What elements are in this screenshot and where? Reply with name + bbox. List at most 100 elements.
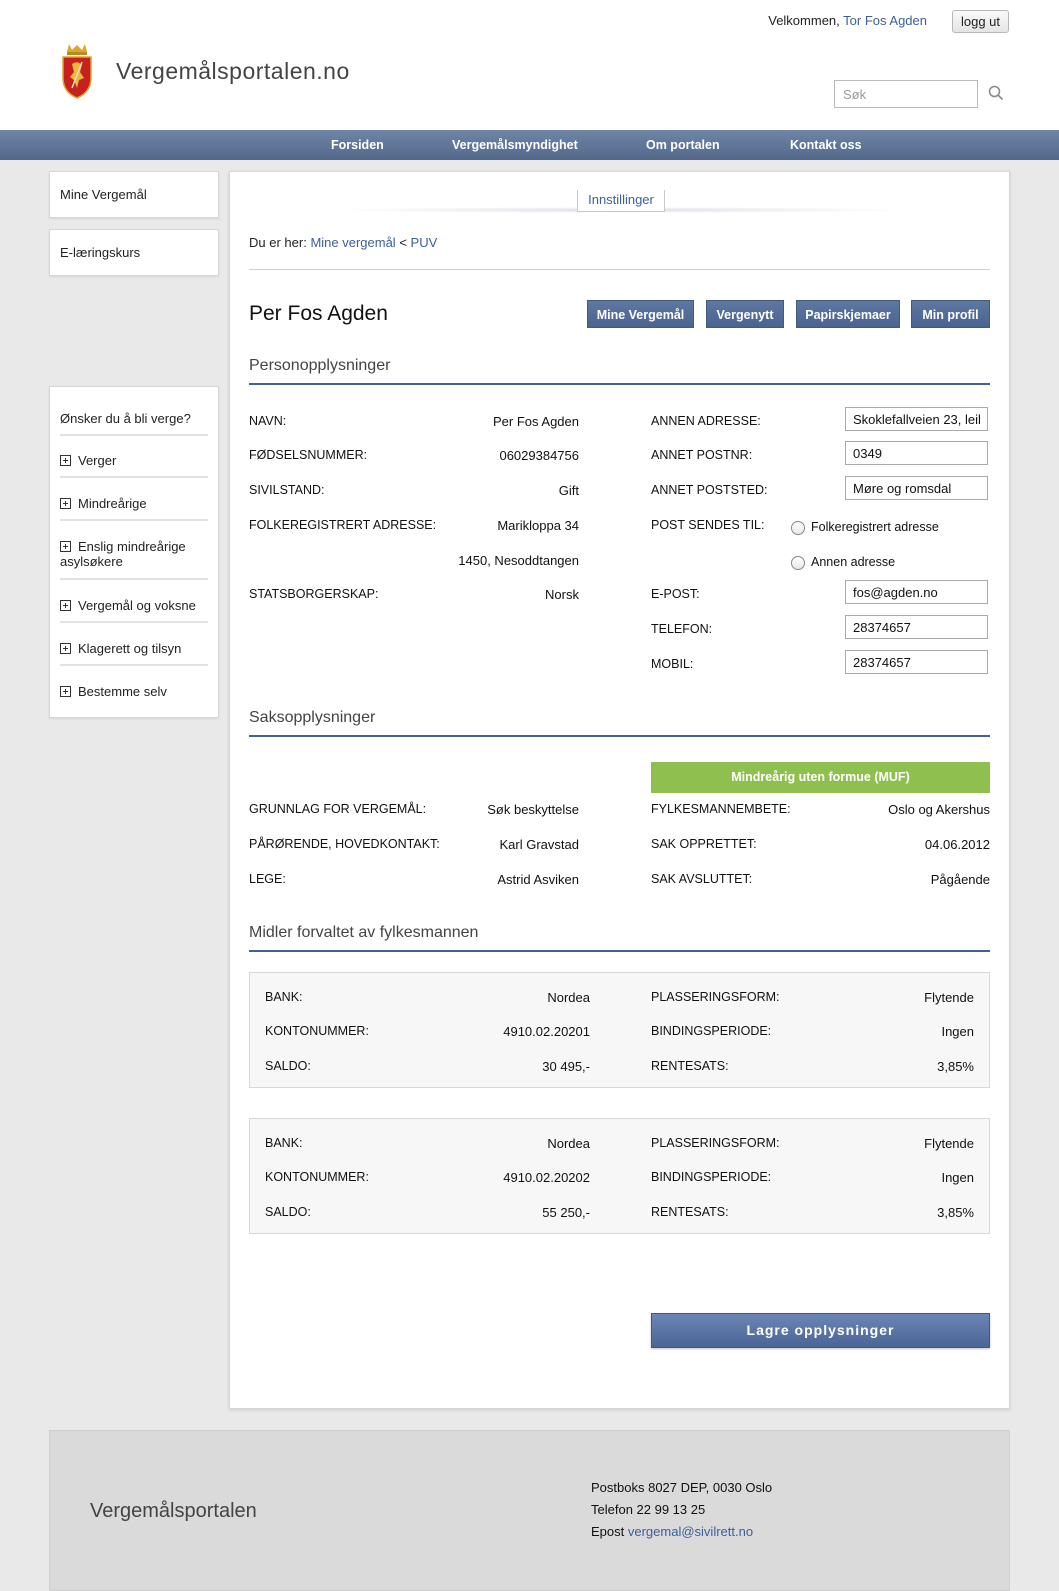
- divider: [60, 578, 208, 580]
- nav-item-om-portalen[interactable]: Om portalen: [646, 130, 720, 160]
- sidebar-item-mindrearige[interactable]: Mindreårige: [60, 496, 210, 511]
- search-input[interactable]: [834, 80, 978, 108]
- field-value-kontonummer: 4910.02.20202: [503, 1170, 590, 1185]
- field-value-lege: Astrid Asviken: [497, 872, 579, 887]
- section-title-saksopplysninger: Saksopplysninger: [249, 709, 376, 726]
- site-title[interactable]: Vergemålsportalen.no: [116, 58, 350, 85]
- sidebar-link-elaering[interactable]: E-læringskurs: [50, 230, 218, 276]
- field-label-parorende: PÅRØRENDE, HOVEDKONTAKT:: [249, 837, 440, 851]
- divider: [60, 664, 208, 666]
- field-label-plasseringsform: PLASSERINGSFORM:: [651, 1136, 780, 1150]
- field-label-plasseringsform: PLASSERINGSFORM:: [651, 990, 780, 1004]
- epost-input[interactable]: [845, 580, 988, 604]
- settings-tab[interactable]: Innstillinger: [577, 190, 665, 212]
- tab-vergenytt[interactable]: Vergenytt: [706, 300, 784, 328]
- radio-folkeregistrert-adresse[interactable]: [791, 521, 805, 535]
- breadcrumb-link-puv[interactable]: PUV: [411, 235, 438, 250]
- field-label-fylkesmannembete: FYLKESMANNEMBETE:: [651, 802, 791, 816]
- welcome-prefix: Velkommen,: [768, 13, 840, 28]
- field-label-post-sendes-til: POST SENDES TIL:: [651, 518, 765, 532]
- sidebar-item-enslig-mindrearige[interactable]: Enslig mindreårige asylsøkere: [60, 539, 200, 569]
- annen-adresse-input[interactable]: [845, 407, 988, 431]
- sidebar-item-label: Klagerett og tilsyn: [78, 641, 182, 656]
- divider: [60, 434, 208, 436]
- annet-poststed-input[interactable]: [845, 476, 988, 500]
- save-button[interactable]: Lagre opplysninger: [651, 1313, 990, 1348]
- logout-button[interactable]: logg ut: [952, 10, 1009, 33]
- main-panel: Innstillinger Du er her: Mine vergemål <…: [229, 171, 1010, 1409]
- sidebar-item-label: Vergemål og voksne: [78, 598, 196, 613]
- tab-min-profil[interactable]: Min profil: [911, 300, 990, 328]
- field-value-statsborgerskap: Norsk: [545, 587, 579, 602]
- field-label-epost: E-POST:: [651, 587, 700, 601]
- field-value-plasseringsform: Flytende: [924, 1136, 974, 1151]
- footer-email-line: Epost vergemal@sivilrett.no: [591, 1524, 753, 1539]
- divider: [60, 476, 208, 478]
- section-divider: [249, 383, 990, 385]
- field-label-saldo: SALDO:: [265, 1205, 311, 1219]
- nav-item-kontakt-oss[interactable]: Kontakt oss: [790, 130, 862, 160]
- expand-plus-icon[interactable]: [60, 643, 71, 654]
- section-title-personopplysninger: Personopplysninger: [249, 357, 391, 374]
- site-footer: Vergemålsportalen Postboks 8027 DEP, 003…: [49, 1430, 1010, 1591]
- nav-item-vergemalsmyndighet[interactable]: Vergemålsmyndighet: [452, 130, 578, 160]
- field-label-telefon: TELEFON:: [651, 622, 713, 636]
- section-divider: [249, 735, 990, 737]
- field-value-plasseringsform: Flytende: [924, 990, 974, 1005]
- sidebar-item-label: Enslig mindreårige asylsøkere: [60, 539, 186, 569]
- expand-plus-icon[interactable]: [60, 455, 71, 466]
- divider: [60, 621, 208, 623]
- footer-email-link[interactable]: vergemal@sivilrett.no: [628, 1524, 753, 1539]
- field-value-bank: Nordea: [547, 990, 590, 1005]
- expand-plus-icon[interactable]: [60, 541, 71, 552]
- expand-plus-icon[interactable]: [60, 686, 71, 697]
- field-value-saldo: 55 250,-: [542, 1205, 590, 1220]
- coat-of-arms-logo: [62, 44, 92, 99]
- field-label-bindingsperiode: BINDINGSPERIODE:: [651, 1024, 772, 1038]
- sidebar-info-title: Ønsker du å bli verge?: [60, 411, 191, 426]
- user-name-link[interactable]: Tor Fos Agden: [843, 13, 927, 28]
- field-value-sivilstand: Gift: [558, 483, 579, 498]
- field-label-rentesats: RENTESATS:: [651, 1059, 729, 1073]
- field-value-rentesats: 3,85%: [937, 1059, 974, 1074]
- breadcrumb: Du er her: Mine vergemål < PUV: [249, 235, 437, 250]
- radio-annen-adresse[interactable]: [791, 556, 805, 570]
- sidebar-item-bestemme-selv[interactable]: Bestemme selv: [60, 684, 210, 699]
- main-navigation: Forsiden Vergemålsmyndighet Om portalen …: [0, 130, 1059, 160]
- field-label-saldo: SALDO:: [265, 1059, 311, 1073]
- field-value-adresse-linje2: 1450, Nesoddtangen: [458, 553, 579, 568]
- account-card: BANK: Nordea KONTONUMMER: 4910.02.20201 …: [249, 972, 990, 1088]
- breadcrumb-separator: <: [399, 235, 407, 250]
- search-icon[interactable]: [988, 85, 1004, 101]
- footer-address: Postboks 8027 DEP, 0030 Oslo: [591, 1480, 773, 1495]
- sidebar-link-mine-vergemal[interactable]: Mine Vergemål: [50, 172, 218, 218]
- field-label-mobil: MOBIL:: [651, 657, 694, 671]
- section-divider: [249, 950, 990, 952]
- expand-plus-icon[interactable]: [60, 498, 71, 509]
- case-type-badge: Mindreårig uten formue (MUF): [651, 762, 990, 793]
- field-value-rentesats: 3,85%: [937, 1205, 974, 1220]
- sidebar-box-elaering: E-læringskurs: [49, 229, 219, 276]
- field-value-saldo: 30 495,-: [542, 1059, 590, 1074]
- field-label-grunnlag: GRUNNLAG FOR VERGEMÅL:: [249, 802, 427, 816]
- radio-label-folkeregistrert-adresse: Folkeregistrert adresse: [811, 520, 939, 534]
- divider: [249, 269, 990, 270]
- sidebar-item-verger[interactable]: Verger: [60, 453, 210, 468]
- field-label-sak-avsluttet: SAK AVSLUTTET:: [651, 872, 753, 886]
- section-title-midler: Midler forvaltet av fylkesmannen: [249, 924, 479, 941]
- field-label-sak-opprettet: SAK OPPRETTET:: [651, 837, 757, 851]
- sidebar-item-vergemal-og-voksne[interactable]: Vergemål og voksne: [60, 598, 210, 613]
- sidebar-item-klagerett[interactable]: Klagerett og tilsyn: [60, 641, 210, 656]
- field-value-fylkesmannembete: Oslo og Akershus: [888, 802, 990, 817]
- expand-plus-icon[interactable]: [60, 600, 71, 611]
- field-label-rentesats: RENTESATS:: [651, 1205, 729, 1219]
- annet-postnr-input[interactable]: [845, 441, 988, 465]
- tab-papirskjemaer[interactable]: Papirskjemaer: [796, 300, 900, 328]
- breadcrumb-link-mine-vergemal[interactable]: Mine vergemål: [310, 235, 395, 250]
- field-label-fodselsnummer: FØDSELSNUMMER:: [249, 448, 368, 462]
- tab-mine-vergemal[interactable]: Mine Vergemål: [587, 300, 694, 328]
- field-value-bindingsperiode: Ingen: [941, 1170, 974, 1185]
- telefon-input[interactable]: [845, 615, 988, 639]
- nav-item-forsiden[interactable]: Forsiden: [331, 130, 384, 160]
- mobil-input[interactable]: [845, 650, 988, 674]
